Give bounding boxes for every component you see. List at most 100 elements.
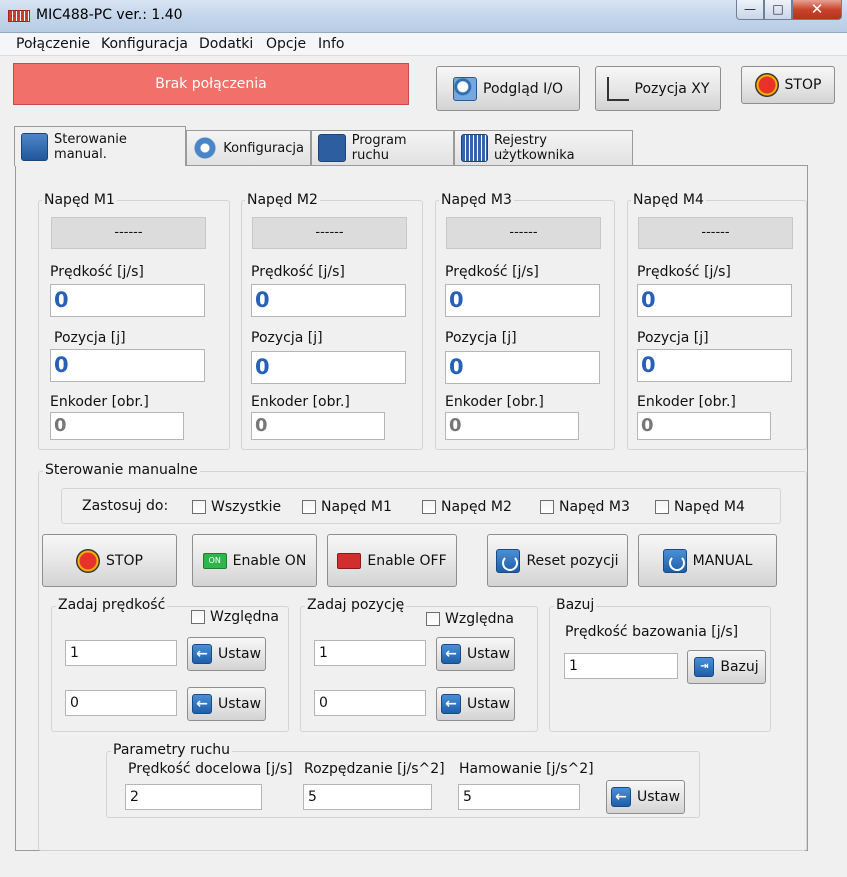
menu-dodatki[interactable]: Dodatki (199, 36, 253, 52)
menu-opcje[interactable]: Opcje (266, 36, 306, 52)
tab-motion-program[interactable]: Program ruchu (311, 130, 454, 165)
enable-off-icon (337, 552, 362, 569)
menu-info[interactable]: Info (318, 36, 345, 52)
acceleration-input[interactable]: 5 (303, 784, 432, 810)
checkbox-m1[interactable] (302, 500, 316, 514)
checkbox-m3[interactable] (540, 500, 554, 514)
position-relative-label: Względna (445, 611, 514, 627)
drive-title: Napęd M4 (631, 192, 706, 208)
minimize-button[interactable]: — (736, 0, 764, 20)
global-stop-button[interactable]: STOP (741, 66, 835, 104)
position-set-label: Ustaw (466, 696, 511, 712)
manual-stop-label: STOP (106, 552, 143, 569)
tab-program-label: Program ruchu (351, 133, 407, 163)
motion-params-set-button[interactable]: ← Ustaw (606, 780, 685, 814)
speed-set-button-2[interactable]: ← Ustaw (187, 687, 266, 721)
encoder-value: 0 (50, 412, 184, 440)
reset-position-label: Reset pozycji (526, 552, 619, 569)
window-title: MIC488-PC ver.: 1.40 (36, 7, 183, 23)
io-preview-label: Podgląd I/O (483, 80, 563, 97)
manual-mode-button[interactable]: MANUAL (638, 534, 777, 587)
drive-status-readout: ------ (638, 217, 793, 249)
position-label: Pozycja [j] (54, 330, 126, 346)
enable-on-icon: ON (202, 552, 227, 569)
encoder-label: Enkoder [obr.] (445, 394, 544, 410)
speed-relative-checkbox[interactable] (191, 610, 205, 624)
motion-graph-icon (318, 134, 346, 162)
speed-input-2[interactable]: 0 (65, 690, 177, 716)
checkbox-all-label: Wszystkie (211, 499, 282, 515)
back-arrow-icon: ← (440, 644, 461, 664)
tab-manual-control[interactable]: Sterowanie manual. (14, 126, 186, 166)
position-input-2[interactable]: 0 (314, 690, 426, 716)
reset-icon (496, 548, 521, 573)
position-label: Pozycja [j] (637, 330, 709, 346)
back-arrow-icon: ← (610, 787, 631, 807)
checkbox-m2-label: Napęd M2 (441, 499, 512, 515)
enable-on-label: Enable ON (232, 552, 307, 569)
magnifier-icon (453, 76, 478, 101)
enable-on-button[interactable]: ON Enable ON (192, 534, 317, 587)
set-position-title: Zadaj pozycję (305, 597, 407, 613)
drive-status-readout: ------ (51, 217, 206, 249)
manual-icon (662, 548, 687, 573)
tab-manual-label: Sterowanie manual. (54, 131, 127, 162)
tab-configuration[interactable]: Konfiguracja (186, 130, 311, 165)
position-relative-checkbox[interactable] (426, 612, 440, 626)
checkbox-m4-label: Napęd M4 (674, 499, 745, 515)
manual-mode-label: MANUAL (692, 552, 753, 569)
io-preview-button[interactable]: Podgląd I/O (436, 66, 580, 111)
position-label: Pozycja [j] (251, 330, 323, 346)
speed-value: 0 (445, 284, 600, 317)
global-stop-label: STOP (784, 77, 822, 93)
stop-icon (76, 548, 101, 573)
homing-button[interactable]: ⇥ Bazuj (687, 650, 766, 684)
speed-set-label: Ustaw (217, 696, 262, 712)
xy-axes-icon (606, 76, 629, 101)
manual-stop-button[interactable]: STOP (42, 534, 177, 587)
speed-value: 0 (50, 284, 205, 317)
connection-status: Brak połączenia (13, 63, 409, 105)
close-button[interactable]: ✕ (792, 0, 842, 20)
homing-speed-input[interactable]: 1 (564, 653, 678, 679)
encoder-value: 0 (251, 412, 385, 440)
encoder-label: Enkoder [obr.] (50, 394, 149, 410)
tab-configuration-label: Konfiguracja (223, 140, 304, 156)
checkbox-all[interactable] (192, 500, 206, 514)
homing-icon: ⇥ (694, 657, 715, 677)
drive-status-readout: ------ (446, 217, 601, 249)
manual-control-title: Sterowanie manualne (43, 462, 200, 478)
acceleration-label: Rozpędzanie [j/s^2] (304, 761, 445, 777)
position-input-1[interactable]: 1 (314, 640, 426, 666)
homing-button-label: Bazuj (720, 659, 759, 675)
deceleration-input[interactable]: 5 (458, 784, 580, 810)
drive-title: Napęd M1 (42, 192, 117, 208)
target-speed-input[interactable]: 2 (125, 784, 262, 810)
back-arrow-icon: ← (440, 694, 461, 714)
title-bar: MIC488-PC ver.: 1.40 — □ ✕ (0, 0, 847, 33)
encoder-label: Enkoder [obr.] (251, 394, 350, 410)
drive-status-readout: ------ (252, 217, 407, 249)
xy-position-button[interactable]: Pozycja XY (595, 66, 721, 111)
checkbox-m1-label: Napęd M1 (321, 499, 392, 515)
enable-off-button[interactable]: Enable OFF (327, 534, 457, 587)
checkbox-m2[interactable] (422, 500, 436, 514)
maximize-button[interactable]: □ (764, 0, 792, 20)
position-set-button-2[interactable]: ← Ustaw (436, 687, 515, 721)
reset-position-button[interactable]: Reset pozycji (487, 534, 628, 587)
menu-konfiguracja[interactable]: Konfiguracja (101, 36, 188, 52)
encoder-value: 0 (637, 412, 771, 440)
joystick-icon (21, 132, 49, 161)
position-set-button-1[interactable]: ← Ustaw (436, 637, 515, 671)
speed-set-button-1[interactable]: ← Ustaw (187, 637, 266, 671)
target-speed-label: Prędkość docelowa [j/s] (128, 761, 293, 777)
checkbox-m4[interactable] (655, 500, 669, 514)
motion-params-title: Parametry ruchu (111, 742, 233, 758)
speed-relative-label: Względna (210, 609, 279, 625)
homing-speed-label: Prędkość bazowania [j/s] (565, 624, 739, 640)
speed-input-1[interactable]: 1 (65, 640, 177, 666)
tab-user-registers[interactable]: Rejestry użytkownika (454, 130, 633, 165)
menu-polaczenie[interactable]: Połączenie (16, 36, 90, 52)
drive-title: Napęd M3 (439, 192, 514, 208)
stop-icon (754, 73, 779, 97)
